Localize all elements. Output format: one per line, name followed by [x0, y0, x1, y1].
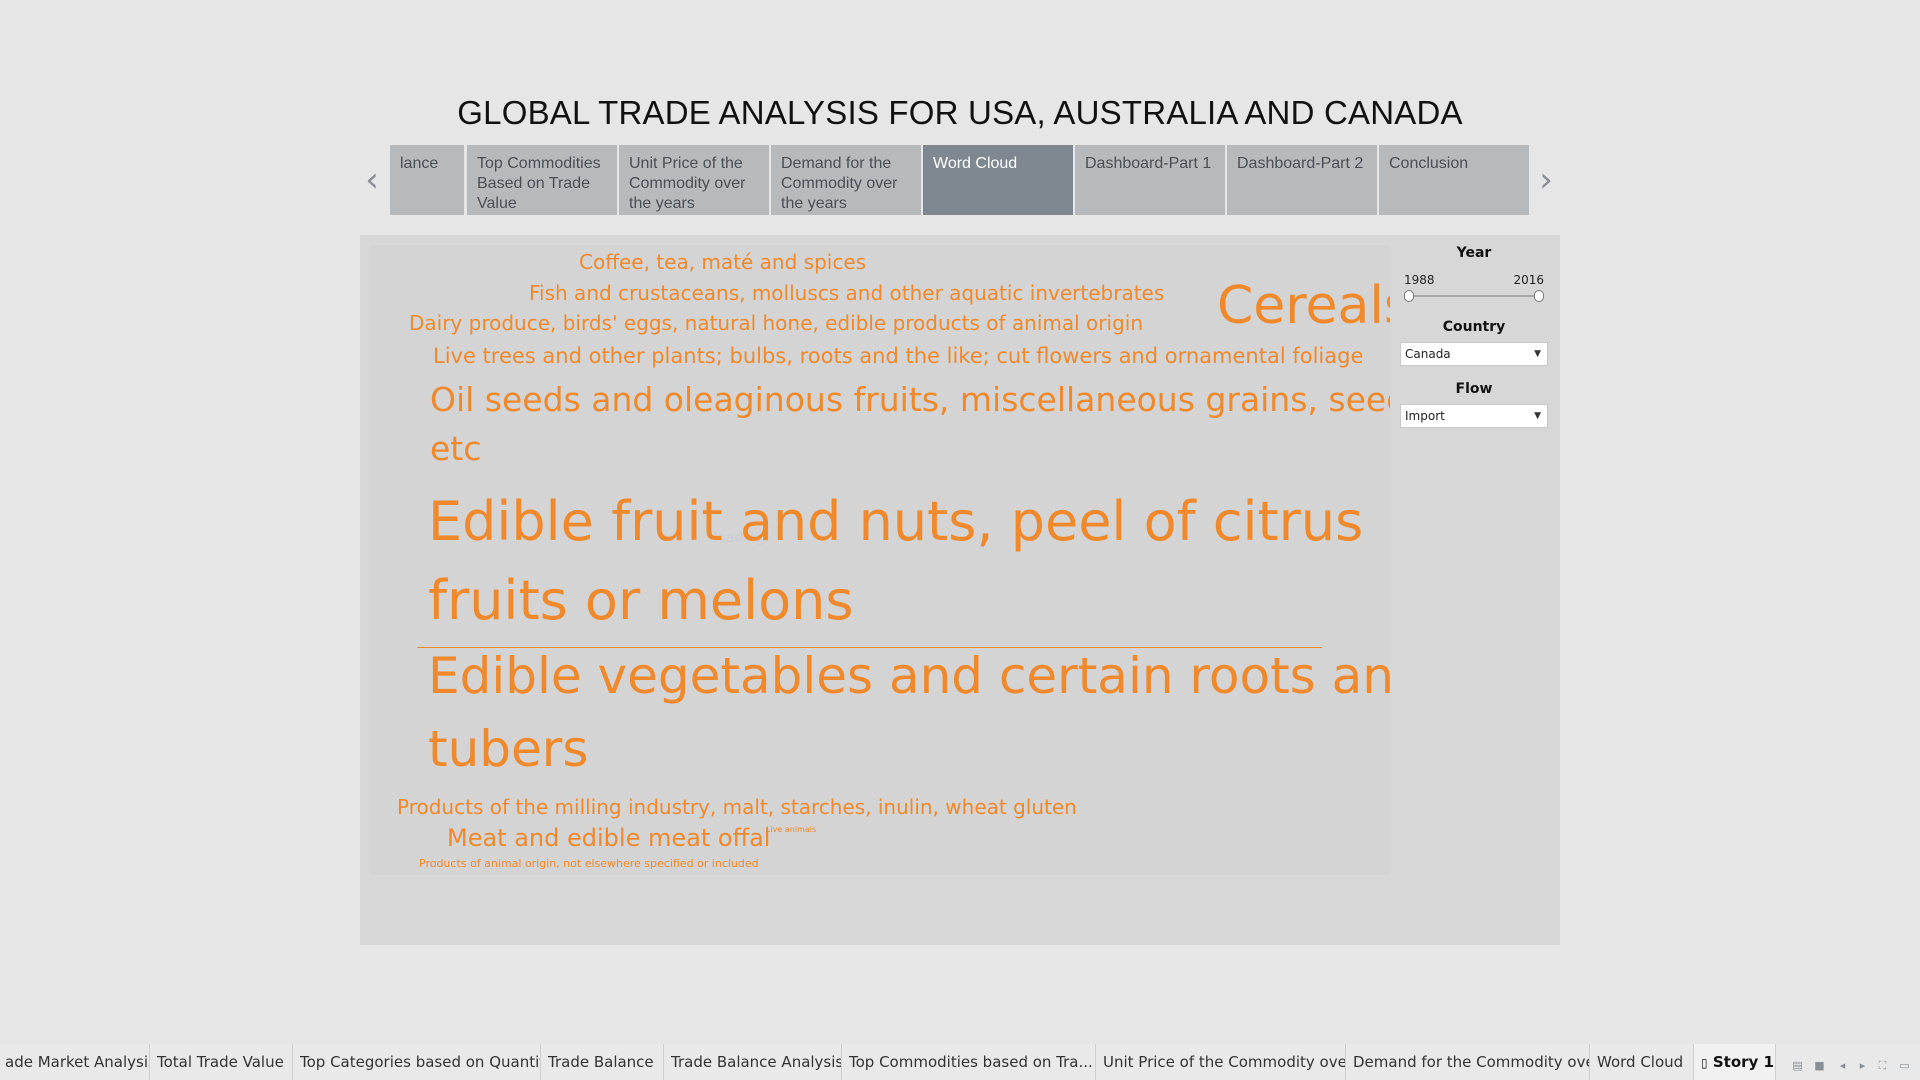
year-filter-title: Year	[1456, 245, 1492, 261]
scroll-right-icon[interactable]: ▸	[1856, 1060, 1869, 1072]
cloud-word[interactable]: Dairy produce, birds' eggs, natural hone…	[409, 311, 1143, 335]
sheet-tab[interactable]: Trade Balance	[541, 1044, 664, 1080]
filmstrip-view-icon[interactable]: ■	[1813, 1060, 1826, 1072]
flow-selected-value: Import	[1405, 409, 1445, 423]
cloud-word[interactable]: Fish and crustaceans, molluscs and other…	[529, 281, 1164, 305]
slider-track	[1407, 295, 1541, 297]
cloud-word[interactable]: Products of animal origin, not elsewhere…	[419, 857, 759, 870]
slider-min-handle[interactable]	[1404, 290, 1414, 302]
sheet-tab[interactable]: Demand for the Commodity ove...	[1346, 1044, 1590, 1080]
sheet-tab[interactable]: Trade Balance Analysis	[664, 1044, 842, 1080]
story-tab-label: Story 1	[1712, 1053, 1774, 1071]
cloud-word[interactable]: Meat and edible meat offal	[447, 824, 770, 852]
cloud-word[interactable]: fruits or melons	[428, 569, 854, 632]
story-navigator: lance Top Commodities Based on Trade Val…	[390, 145, 1530, 215]
sheet-tab[interactable]: Top Commodities based on Tra...	[842, 1044, 1096, 1080]
cloud-word[interactable]: Live trees and other plants; bulbs, root…	[433, 344, 1363, 368]
cloud-word[interactable]: tubers	[428, 720, 588, 778]
story-point-tab[interactable]: Unit Price of the Commodity over the yea…	[619, 145, 769, 215]
story-point-tab-active[interactable]: Word Cloud	[923, 145, 1073, 215]
story-tab-active[interactable]: ▯ Story 1	[1694, 1044, 1776, 1080]
presentation-icon[interactable]: ▭	[1898, 1060, 1911, 1072]
cloud-word[interactable]: Edible vegetables and certain roots and	[428, 647, 1390, 705]
flow-dropdown[interactable]: Import ▼	[1400, 404, 1548, 428]
story-point-tab[interactable]: Dashboard-Part 1	[1075, 145, 1225, 215]
chevron-down-icon: ▼	[1534, 349, 1541, 359]
scroll-left-icon[interactable]: ◂	[1836, 1060, 1849, 1072]
grid-view-icon[interactable]: ▤	[1791, 1060, 1804, 1072]
story-point-tab[interactable]: Top Commodities Based on Trade Value	[467, 145, 617, 215]
story-book-icon: ▯	[1701, 1056, 1708, 1070]
story-title: GLOBAL TRADE ANALYSIS FOR USA, AUSTRALIA…	[457, 94, 1463, 131]
year-range-slider[interactable]	[1404, 289, 1544, 303]
cloud-word[interactable]: Cereals	[1217, 276, 1390, 336]
word-cloud: ...loading Coffee, tea, maté and spices …	[370, 245, 1390, 875]
cloud-word[interactable]: etc	[430, 429, 481, 468]
prev-story-point-icon[interactable]: ‹	[358, 160, 386, 200]
story-point-tab[interactable]: Conclusion	[1379, 145, 1529, 215]
country-filter-title: Country	[1442, 319, 1506, 335]
sheet-tab[interactable]: Top Categories based on Quantity	[293, 1044, 541, 1080]
sheet-tab-bar: ade Market Analysis Total Trade Value To…	[0, 1044, 1920, 1080]
sheet-tab[interactable]: ade Market Analysis	[0, 1044, 150, 1080]
story-point-tab[interactable]: Demand for the Commodity over the years	[771, 145, 921, 215]
cloud-word[interactable]: Live animals	[766, 825, 816, 834]
sheet-tab[interactable]: Word Cloud	[1590, 1044, 1694, 1080]
story-point-tab[interactable]: lance	[390, 145, 464, 215]
slider-max-handle[interactable]	[1534, 290, 1544, 302]
cloud-word[interactable]: Edible fruit and nuts, peel of citrus	[428, 490, 1363, 553]
year-range-labels: 1988 2016	[1404, 273, 1544, 287]
filter-panel: Year 1988 2016 Country Canada ▼ Flow Imp…	[1400, 245, 1548, 428]
next-story-point-icon[interactable]: ›	[1532, 160, 1560, 200]
dashboard: ...loading Coffee, tea, maté and spices …	[360, 235, 1560, 945]
story-point-tab[interactable]: Dashboard-Part 2	[1227, 145, 1377, 215]
year-min-label: 1988	[1404, 273, 1435, 287]
flow-filter-title: Flow	[1455, 381, 1493, 397]
cloud-word[interactable]: Oil seeds and oleaginous fruits, miscell…	[430, 380, 1390, 419]
cloud-word[interactable]: Coffee, tea, maté and spices	[579, 250, 866, 274]
sheet-tab[interactable]: Total Trade Value	[150, 1044, 293, 1080]
country-selected-value: Canada	[1405, 347, 1451, 361]
chevron-down-icon: ▼	[1534, 411, 1541, 421]
cloud-word[interactable]: Products of the milling industry, malt, …	[397, 795, 1077, 819]
fullscreen-icon[interactable]: ⛶	[1876, 1060, 1889, 1072]
year-max-label: 2016	[1513, 273, 1544, 287]
sheet-tab[interactable]: Unit Price of the Commodity ove...	[1096, 1044, 1346, 1080]
country-dropdown[interactable]: Canada ▼	[1400, 342, 1548, 366]
